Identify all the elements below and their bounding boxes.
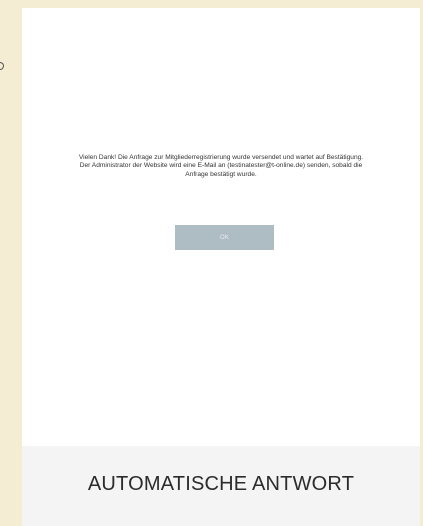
message-line-1: Vielen Dank! Die Anfrage zur Mitgliederr… xyxy=(78,154,364,161)
ok-button[interactable]: OK xyxy=(175,225,274,250)
partial-glyph-icon xyxy=(0,62,4,70)
page: Vielen Dank! Die Anfrage zur Mitgliederr… xyxy=(0,0,423,526)
confirmation-message: Vielen Dank! Die Anfrage zur Mitgliederr… xyxy=(36,154,406,179)
footer-banner: AUTOMATISCHE ANTWORT xyxy=(22,446,420,526)
footer-title: AUTOMATISCHE ANTWORT xyxy=(87,472,355,495)
message-line-2: Der Administrator der Website wird eine … xyxy=(79,162,363,170)
message-line-3: Anfrage bestätigt wurde. xyxy=(185,170,257,178)
confirmation-dialog: Vielen Dank! Die Anfrage zur Mitgliederr… xyxy=(22,8,420,446)
